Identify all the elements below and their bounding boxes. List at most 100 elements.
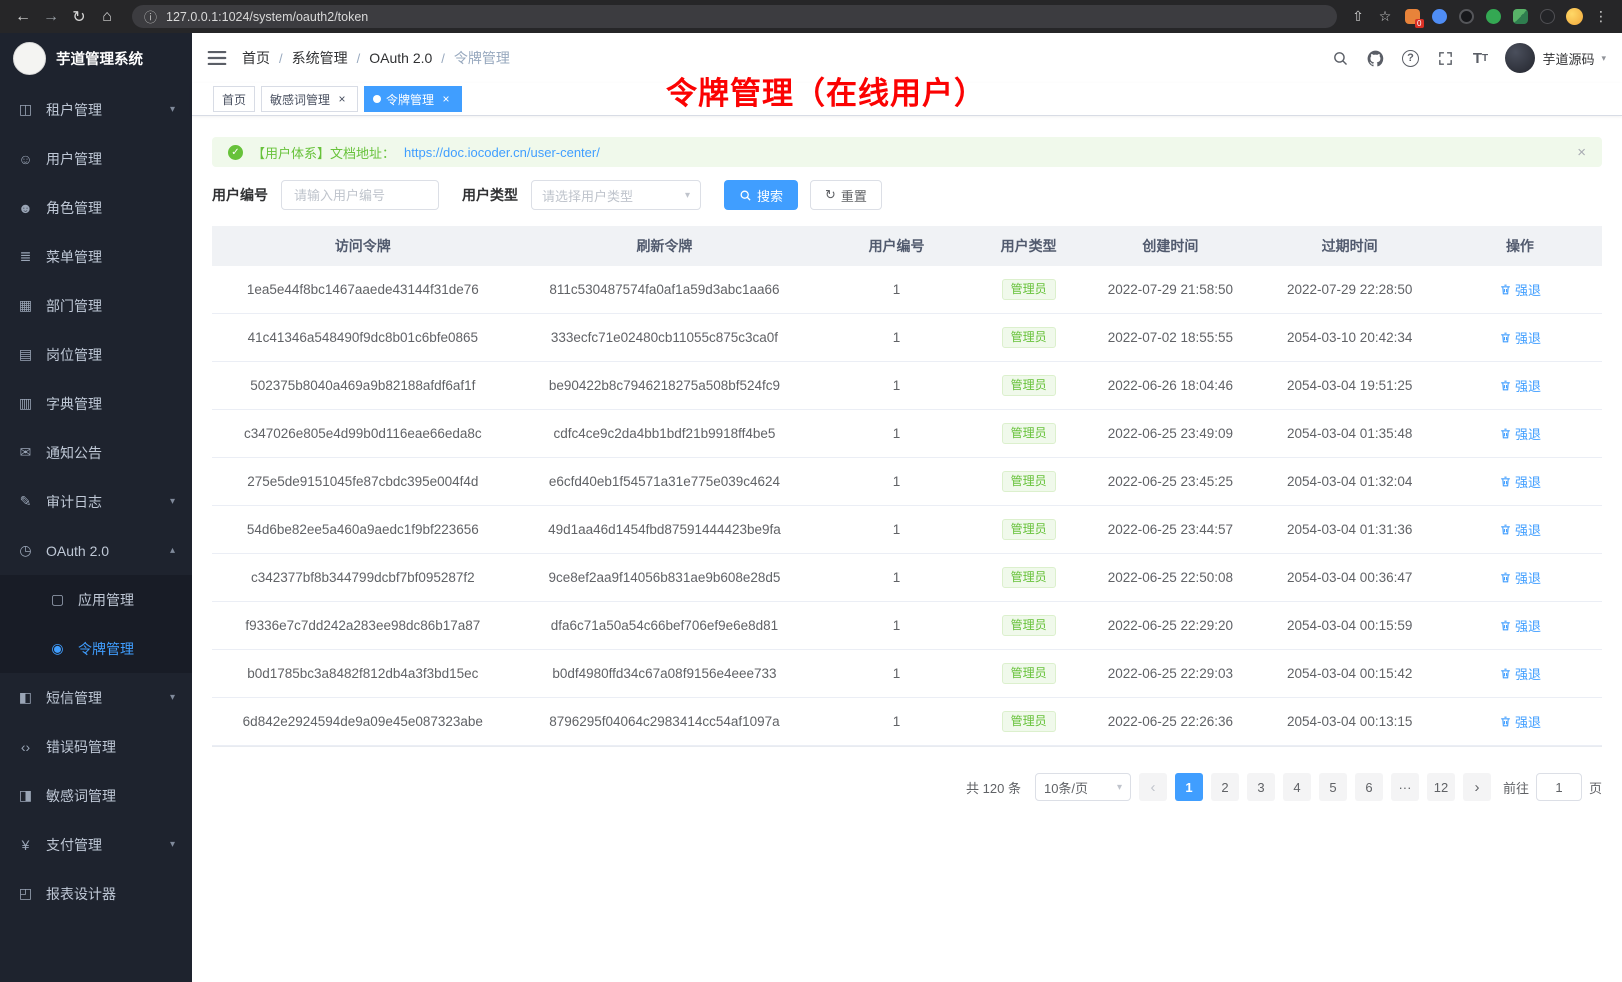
user-type-placeholder: 请选择用户类型 xyxy=(542,186,633,205)
action-cell: 强退 xyxy=(1438,698,1602,745)
sidebar-item-dept[interactable]: ▦ 部门管理 xyxy=(0,281,192,330)
pagination-page-5[interactable]: 5 xyxy=(1319,773,1347,801)
fullscreen-icon[interactable] xyxy=(1435,48,1455,68)
forward-icon[interactable]: → xyxy=(38,4,64,30)
sidebar-item-dict[interactable]: ▥ 字典管理 xyxy=(0,379,192,428)
pagination-page-1[interactable]: 1 xyxy=(1175,773,1203,801)
tab-sensitive-word[interactable]: 敏感词管理 × xyxy=(261,86,358,112)
reset-button[interactable]: ↻ 重置 xyxy=(810,180,882,210)
close-icon[interactable]: × xyxy=(439,92,453,106)
sidebar-item-user[interactable]: ☺ 用户管理 xyxy=(0,134,192,183)
access-token-cell: 502375b8040a469a9b82188afdf6af1f xyxy=(212,362,514,409)
user-menu[interactable]: 芋道源码 ▾ xyxy=(1505,43,1606,73)
breadcrumb-item[interactable]: 首页 xyxy=(242,48,270,68)
refresh-token-cell: 333ecfc71e02480cb11055c875c3ca0f xyxy=(514,314,816,361)
user-type-select[interactable]: 请选择用户类型 ▾ xyxy=(531,180,701,210)
pagination-page-3[interactable]: 3 xyxy=(1247,773,1275,801)
sidebar-item-post[interactable]: ▤ 岗位管理 xyxy=(0,330,192,379)
force-logout-button[interactable]: 强退 xyxy=(1499,616,1541,635)
force-logout-button[interactable]: 强退 xyxy=(1499,280,1541,299)
browser-menu-icon[interactable]: ⋮ xyxy=(1592,8,1610,26)
user-id-input[interactable] xyxy=(281,180,439,210)
sidebar-item-app-management[interactable]: ▢ 应用管理 xyxy=(0,575,192,624)
close-icon[interactable]: × xyxy=(1577,144,1586,161)
goto-page-input[interactable] xyxy=(1536,773,1582,801)
search-icon[interactable] xyxy=(1330,48,1350,68)
sidebar-item-audit-log[interactable]: ✎ 审计日志 ▾ xyxy=(0,477,192,526)
user-type-cell: 管理员 xyxy=(978,410,1079,457)
pagination-page-12[interactable]: 12 xyxy=(1427,773,1455,801)
chevron-down-icon: ▾ xyxy=(685,190,690,201)
access-token-cell: b0d1785bc3a8482f812db4a3f3bd15ec xyxy=(212,650,514,697)
extension-icon[interactable] xyxy=(1430,8,1448,26)
user-type-cell: 管理员 xyxy=(978,266,1079,313)
access-token-cell: 275e5de9151045fe87cbdc395e004f4d xyxy=(212,458,514,505)
table-row: 6d842e2924594de9a09e45e087323abe 8796295… xyxy=(212,698,1602,746)
refresh-token-cell: b0df4980ffd34c67a08f9156e4eee733 xyxy=(514,650,816,697)
doc-alert-link[interactable]: https://doc.iocoder.cn/user-center/ xyxy=(404,145,600,160)
force-logout-button[interactable]: 强退 xyxy=(1499,664,1541,683)
access-token-cell: c347026e805e4d99b0d116eae66eda8c xyxy=(212,410,514,457)
page-size-select[interactable]: 10条/页 ▾ xyxy=(1035,773,1131,801)
bookmark-star-icon[interactable]: ☆ xyxy=(1376,8,1394,26)
extension-icon[interactable] xyxy=(1457,8,1475,26)
pagination-next-icon[interactable]: › xyxy=(1463,773,1491,801)
extension-icon[interactable] xyxy=(1484,8,1502,26)
breadcrumb-item[interactable]: OAuth 2.0 xyxy=(369,50,432,66)
trash-icon xyxy=(1499,715,1512,728)
back-icon[interactable]: ← xyxy=(10,4,36,30)
sidebar-item-role[interactable]: ☻ 角色管理 xyxy=(0,183,192,232)
created-time-cell: 2022-06-25 23:49:09 xyxy=(1079,410,1261,457)
tab-token-management[interactable]: 令牌管理 × xyxy=(364,86,462,112)
user-type-badge: 管理员 xyxy=(1002,327,1056,347)
tab-home[interactable]: 首页 xyxy=(213,86,255,112)
share-icon[interactable]: ⇧ xyxy=(1349,8,1367,26)
sidebar-item-sms[interactable]: ◧ 短信管理 ▾ xyxy=(0,673,192,722)
table-row: b0d1785bc3a8482f812db4a3f3bd15ec b0df498… xyxy=(212,650,1602,698)
force-logout-button[interactable]: 强退 xyxy=(1499,376,1541,395)
sidebar-item-payment[interactable]: ¥ 支付管理 ▾ xyxy=(0,820,192,869)
address-bar[interactable]: ⓘ 127.0.0.1:1024/system/oauth2/token xyxy=(132,5,1337,28)
breadcrumb-item[interactable]: 系统管理 xyxy=(292,48,348,68)
font-size-icon[interactable]: TT xyxy=(1470,48,1490,68)
sidebar-item-report-designer[interactable]: ◰ 报表设计器 xyxy=(0,869,192,918)
extensions-puzzle-icon[interactable] xyxy=(1511,8,1529,26)
help-icon[interactable]: ? xyxy=(1400,48,1420,68)
reload-icon[interactable]: ↻ xyxy=(66,4,92,30)
pagination-ellipsis[interactable]: ··· xyxy=(1391,773,1419,801)
extension-icon[interactable] xyxy=(1538,8,1556,26)
action-cell: 强退 xyxy=(1438,410,1602,457)
table-row: 275e5de9151045fe87cbdc395e004f4d e6cfd40… xyxy=(212,458,1602,506)
pagination-page-6[interactable]: 6 xyxy=(1355,773,1383,801)
sidebar-item-sensitive-word[interactable]: ◨ 敏感词管理 xyxy=(0,771,192,820)
search-button[interactable]: 搜索 xyxy=(724,180,798,210)
browser-profile-avatar[interactable] xyxy=(1565,8,1583,26)
sidebar-item-notice[interactable]: ✉ 通知公告 xyxy=(0,428,192,477)
close-icon[interactable]: × xyxy=(335,92,349,106)
user-type-label: 用户类型 xyxy=(462,185,518,205)
tags-view-bar: 首页 敏感词管理 × 令牌管理 × xyxy=(192,83,1622,116)
pagination-page-4[interactable]: 4 xyxy=(1283,773,1311,801)
app-logo[interactable]: 芋道管理系统 xyxy=(0,33,192,83)
extension-icon[interactable]: 0 xyxy=(1403,8,1421,26)
force-logout-button[interactable]: 强退 xyxy=(1499,568,1541,587)
sidebar-toggle-icon[interactable] xyxy=(206,47,228,69)
sidebar-item-oauth[interactable]: ◷ OAuth 2.0 ▴ xyxy=(0,526,192,575)
home-icon[interactable]: ⌂ xyxy=(94,4,120,30)
force-logout-button[interactable]: 强退 xyxy=(1499,328,1541,347)
pagination-prev-icon[interactable]: ‹ xyxy=(1139,773,1167,801)
sidebar-item-token-management[interactable]: ◉ 令牌管理 xyxy=(0,624,192,673)
sidebar-item-label: 审计日志 xyxy=(46,492,102,512)
sidebar-item-tenant[interactable]: ◫ 租户管理 ▾ xyxy=(0,85,192,134)
sidebar-item-error-code[interactable]: ‹› 错误码管理 xyxy=(0,722,192,771)
github-icon[interactable] xyxy=(1365,48,1385,68)
force-logout-button[interactable]: 强退 xyxy=(1499,424,1541,443)
force-logout-button[interactable]: 强退 xyxy=(1499,520,1541,539)
pagination-total: 共 120 条 xyxy=(966,778,1021,797)
sidebar-item-menu[interactable]: ≣ 菜单管理 xyxy=(0,232,192,281)
force-logout-button[interactable]: 强退 xyxy=(1499,472,1541,491)
site-info-icon[interactable]: ⓘ xyxy=(144,7,157,26)
token-table: 访问令牌 刷新令牌 用户编号 用户类型 创建时间 过期时间 操作 1ea5e44… xyxy=(212,226,1602,747)
pagination-page-2[interactable]: 2 xyxy=(1211,773,1239,801)
force-logout-button[interactable]: 强退 xyxy=(1499,712,1541,731)
